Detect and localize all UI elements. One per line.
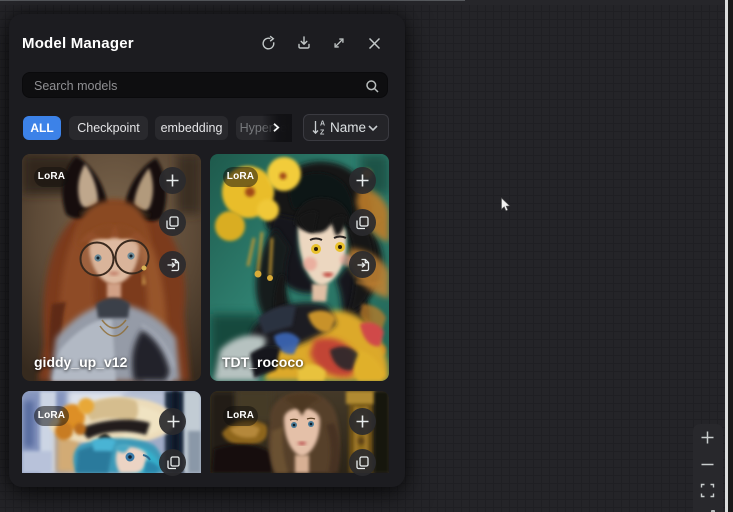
svg-text:A: A: [320, 121, 325, 128]
svg-text:Z: Z: [320, 130, 325, 137]
